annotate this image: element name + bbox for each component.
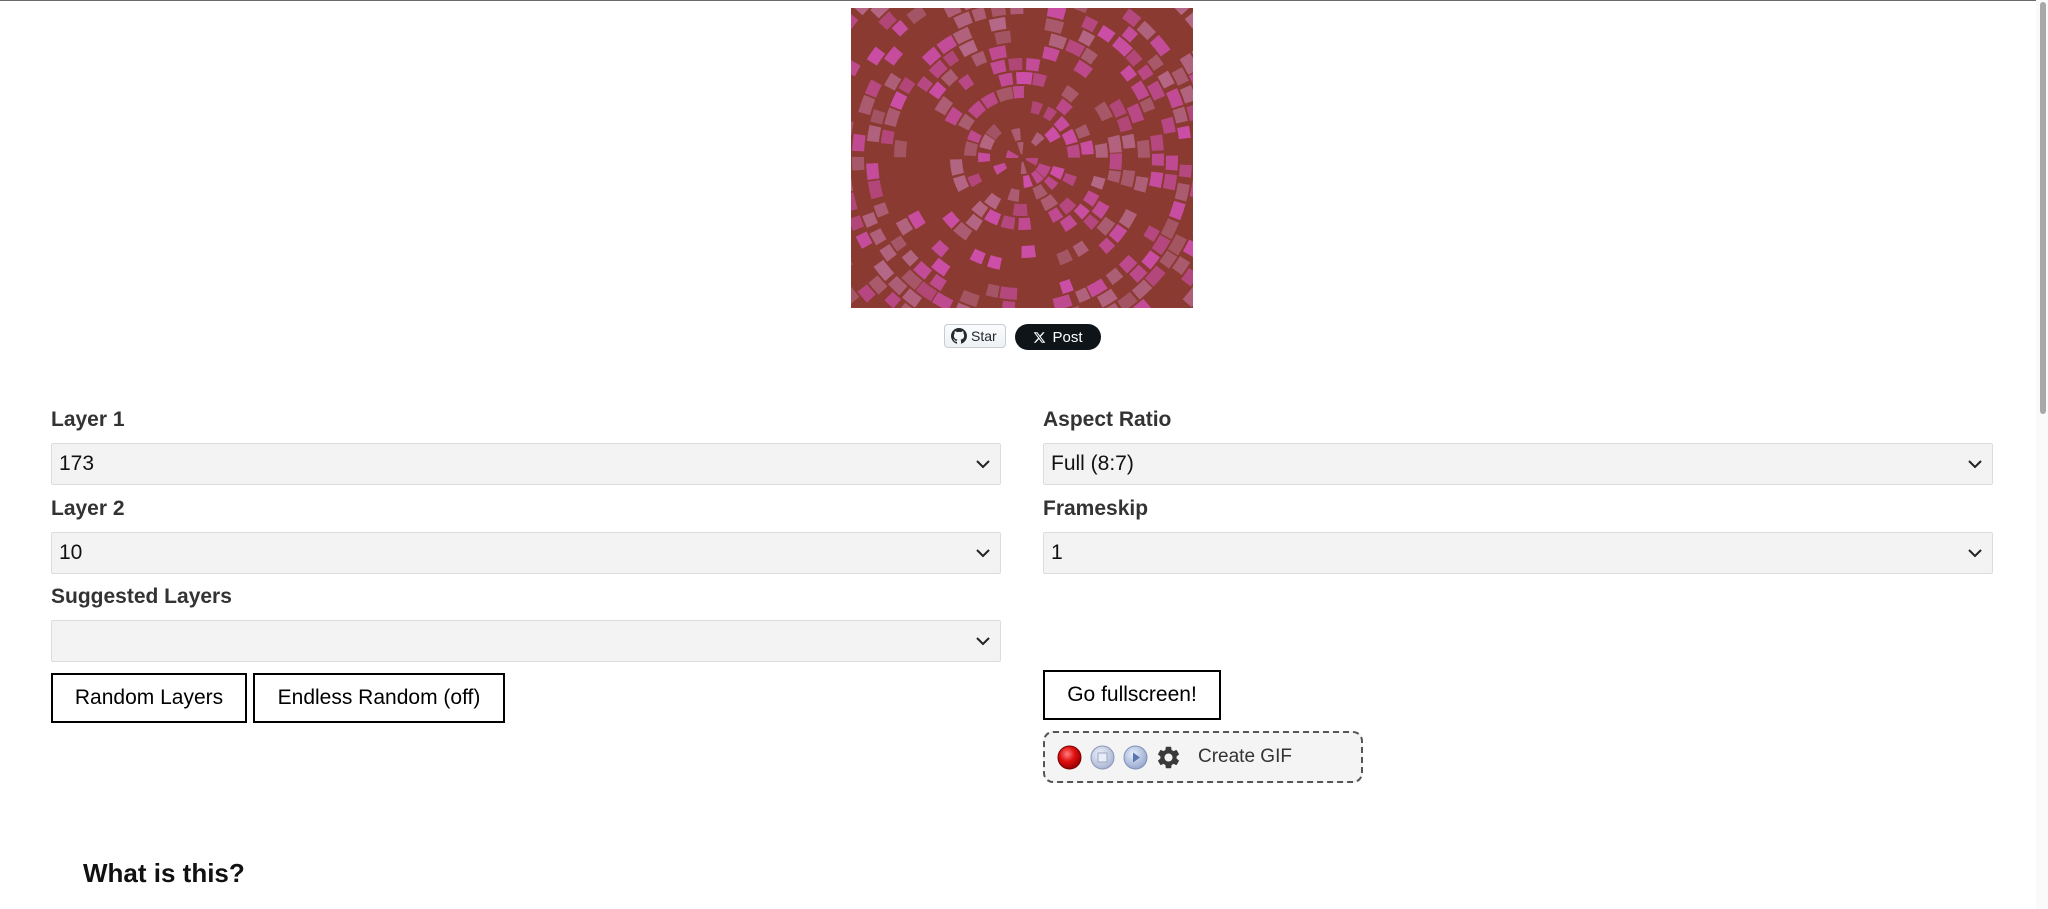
pattern-segment xyxy=(999,286,1018,300)
pattern-segment xyxy=(1010,8,1024,15)
frameskip-label: Frameskip xyxy=(1043,497,1149,520)
scrollbar-thumb[interactable] xyxy=(2040,2,2046,414)
pattern-segment xyxy=(978,152,991,163)
suggested-layers-label: Suggested Layers xyxy=(51,585,232,608)
pattern-segment xyxy=(852,156,865,171)
pattern-segment xyxy=(1012,203,1028,216)
record-icon[interactable] xyxy=(1056,744,1083,771)
layer2-select[interactable]: 10 xyxy=(51,532,1001,574)
pattern-segment xyxy=(1162,173,1178,191)
fullscreen-button[interactable]: Go fullscreen! xyxy=(1043,670,1221,720)
pattern-segment xyxy=(1021,245,1036,258)
gif-recorder: Create GIF xyxy=(1043,731,1363,783)
gear-icon[interactable] xyxy=(1155,744,1182,771)
pattern-segment xyxy=(1121,133,1136,149)
chevron-down-icon xyxy=(966,636,1000,646)
pattern-segment xyxy=(1107,134,1122,153)
frameskip-value: 1 xyxy=(1051,541,1063,564)
pattern-segment xyxy=(950,159,964,176)
pattern-segment xyxy=(1094,142,1108,158)
preview-canvas xyxy=(851,8,1193,308)
pattern-segment xyxy=(866,163,880,181)
pattern-segment xyxy=(894,139,908,158)
pattern-segment xyxy=(866,124,882,143)
chevron-down-icon xyxy=(1958,459,1992,469)
x-post-label: Post xyxy=(1052,328,1083,346)
chevron-down-icon xyxy=(966,459,1000,469)
pattern-segment xyxy=(1025,58,1041,72)
layer1-select[interactable]: 173 xyxy=(51,443,1001,485)
x-logo-icon xyxy=(1033,331,1046,344)
layer1-value: 173 xyxy=(59,452,95,475)
pattern-segment xyxy=(1177,125,1191,140)
aspect-ratio-select[interactable]: Full (8:7) xyxy=(1043,443,1993,485)
layer1-label: Layer 1 xyxy=(51,408,125,431)
github-icon xyxy=(951,328,967,344)
pattern-segment xyxy=(1015,72,1033,85)
pattern-segment xyxy=(852,133,866,152)
pattern-segment xyxy=(1150,134,1164,151)
chevron-down-icon xyxy=(966,548,1000,558)
frameskip-select[interactable]: 1 xyxy=(1043,532,1993,574)
github-star-button[interactable]: Star xyxy=(944,324,1006,348)
chevron-down-icon xyxy=(1958,548,1992,558)
pattern-segment xyxy=(1008,57,1023,71)
section-heading: What is this? xyxy=(83,858,245,888)
stop-icon[interactable] xyxy=(1089,744,1116,771)
random-layers-button[interactable]: Random Layers xyxy=(51,673,247,723)
pattern-segment xyxy=(1151,153,1164,166)
pattern-segment xyxy=(1165,155,1178,171)
pattern-segment xyxy=(994,30,1012,45)
create-gif-label: Create GIF xyxy=(1198,746,1292,767)
pattern-segment xyxy=(1018,217,1032,230)
layer2-label: Layer 2 xyxy=(51,497,125,520)
suggested-layers-select[interactable] xyxy=(51,620,1001,662)
pattern-segment xyxy=(1178,164,1192,178)
scrollbar[interactable] xyxy=(2036,0,2048,909)
pattern-segment xyxy=(1136,139,1150,158)
pattern-segment xyxy=(1109,153,1122,171)
pattern-segment xyxy=(880,129,895,145)
layer2-value: 10 xyxy=(59,541,83,564)
aspect-ratio-value: Full (8:7) xyxy=(1051,452,1134,475)
play-icon[interactable] xyxy=(1122,744,1149,771)
github-star-label: Star xyxy=(971,328,997,344)
x-post-button[interactable]: Post xyxy=(1015,324,1101,350)
aspect-ratio-label: Aspect Ratio xyxy=(1043,408,1172,431)
pattern-segment xyxy=(1012,86,1025,99)
window-top-border xyxy=(0,0,2048,1)
endless-random-button[interactable]: Endless Random (off) xyxy=(253,673,505,723)
pattern-segment xyxy=(1002,300,1016,308)
pattern-segment xyxy=(1149,171,1164,189)
